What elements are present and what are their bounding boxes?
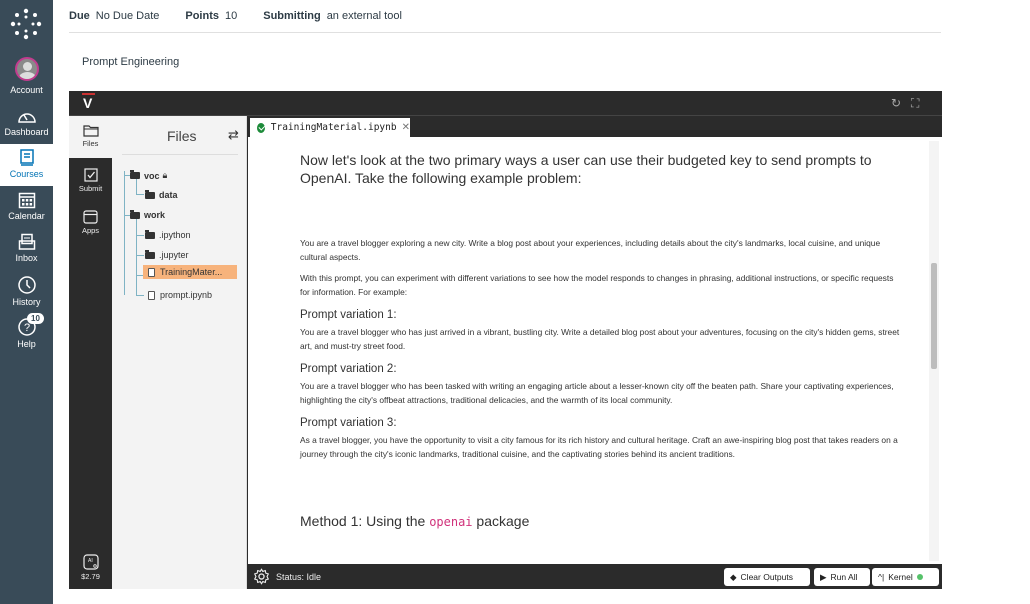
close-tab-icon[interactable]: ✕ [402, 122, 410, 133]
explain-text: With this prompt, you can experiment wit… [300, 273, 894, 297]
tree-folder-jupyter[interactable]: .jupyter [145, 249, 189, 260]
tab-training-material[interactable]: TrainingMaterial.ipynb ✕ [250, 118, 410, 137]
variation-3-text: As a travel blogger, you have the opport… [300, 435, 898, 459]
submitting-label: Submitting [263, 10, 321, 22]
ai-budget-icon: AI [82, 554, 99, 570]
nav-calendar[interactable]: Calendar [0, 191, 53, 221]
notebook-content: Now let's look at the two primary ways a… [300, 151, 900, 529]
nav-inbox[interactable]: Inbox [0, 233, 53, 263]
ai-budget[interactable]: AI $2.79 [69, 554, 112, 581]
nav-help-label: Help [17, 339, 36, 349]
nav-account-label: Account [10, 85, 43, 95]
file-icon [148, 290, 155, 300]
help-badge: 10 [27, 313, 44, 324]
leftbar-apps-label: Apps [81, 226, 100, 235]
example-prompt: You are a travel blogger exploring a new… [300, 238, 881, 262]
variation-3-title: Prompt variation 3: [300, 417, 397, 429]
nav-help[interactable]: ? 10 Help [0, 313, 53, 349]
files-panel-title: Files [167, 128, 197, 144]
svg-text:?: ? [23, 322, 29, 334]
tree-folder-ipython[interactable]: .ipython [145, 229, 191, 240]
courses-icon [19, 149, 34, 166]
tool-logo: V [81, 93, 96, 111]
folder-icon [145, 189, 155, 199]
folder-open-icon [130, 170, 140, 179]
variation-2-title: Prompt variation 2: [300, 363, 397, 375]
tool-left-bar: Files Submit Apps AI $2.79 [69, 116, 112, 589]
folder-icon [145, 249, 155, 259]
file-browser-panel: Files ⇄ voc 🔒︎ data work .ipython .jupyt… [112, 116, 247, 589]
refresh-icon[interactable]: ↻ [891, 96, 901, 110]
play-icon: ▶ [820, 571, 827, 582]
nav-courses-label: Courses [9, 169, 44, 179]
leftbar-apps[interactable]: Apps [69, 210, 112, 235]
tree-file-training-material[interactable]: TrainingMater... [143, 265, 237, 279]
tab-bar: TrainingMaterial.ipynb ✕ [248, 116, 942, 137]
inbox-icon [18, 233, 35, 250]
points-label: Points [185, 10, 219, 22]
svg-text:AI: AI [88, 558, 93, 564]
leftbar-files[interactable]: Files [69, 116, 112, 158]
nav-account[interactable]: Account [0, 57, 53, 95]
points-value: 10 [225, 10, 238, 22]
fullscreen-icon[interactable]: ⛶ [911, 96, 919, 111]
status-bar: Status: Idle ◆ Clear Outputs ▶ Run All ^… [248, 564, 942, 589]
kernel-menu-button[interactable]: ^| Kernel [872, 568, 939, 586]
chevron-up-icon: ^| [878, 572, 885, 582]
kernel-status: Status: Idle [276, 572, 322, 582]
ai-budget-value: $2.79 [81, 572, 100, 581]
tree-folder-work[interactable]: work [130, 209, 165, 220]
due-value: No Due Date [95, 10, 160, 22]
lock-icon: 🔒︎ [162, 170, 168, 180]
variation-1-title: Prompt variation 1: [300, 309, 397, 321]
leftbar-submit[interactable]: Submit [69, 168, 112, 193]
kernel-status-dot [916, 574, 923, 580]
nav-inbox-label: Inbox [15, 253, 38, 263]
tab-label: TrainingMaterial.ipynb [270, 122, 397, 133]
external-tool-frame: V ↻ ⛶ Files Submit Apps AI $2.79 Files ⇄ [69, 91, 942, 589]
global-navigation: Account Dashboard Courses Calendar Inbox… [0, 0, 53, 604]
saved-check-icon [257, 122, 265, 133]
nav-courses[interactable]: Courses [0, 144, 53, 186]
apps-icon [83, 210, 98, 224]
page-title: Prompt Engineering [82, 56, 180, 68]
divider [122, 154, 238, 155]
nav-dashboard-label: Dashboard [4, 127, 49, 137]
leftbar-submit-label: Submit [78, 184, 103, 193]
calendar-icon [18, 192, 35, 209]
folder-open-icon [130, 209, 140, 219]
canvas-logo-icon[interactable] [10, 8, 42, 40]
submitting-value: an external tool [326, 10, 402, 22]
openai-code: openai [429, 515, 473, 529]
eraser-icon: ◆ [730, 571, 737, 582]
leftbar-files-label: Files [82, 139, 99, 148]
due-label: Due [69, 10, 90, 22]
settings-gear-icon[interactable] [253, 568, 270, 585]
variation-1-text: You are a travel blogger who has just ar… [300, 327, 900, 351]
tree-folder-data[interactable]: data [145, 189, 178, 200]
nav-calendar-label: Calendar [8, 211, 45, 221]
dashboard-icon [17, 113, 36, 123]
folder-icon [145, 229, 155, 239]
variation-2-text: You are a travel blogger who has been ta… [300, 381, 894, 405]
scrollbar-thumb[interactable] [931, 263, 937, 369]
clear-outputs-button[interactable]: ◆ Clear Outputs [724, 568, 810, 586]
tree-file-prompt[interactable]: prompt.ipynb [148, 290, 212, 300]
tree-folder-voc[interactable]: voc 🔒︎ [130, 170, 167, 181]
assignment-details: Due No Due Date Points 10 Submitting an … [69, 0, 941, 33]
intro-text: Now let's look at the two primary ways a… [300, 152, 872, 186]
file-icon [148, 267, 155, 277]
refresh-files-icon[interactable]: ⇄ [228, 127, 239, 143]
nav-history[interactable]: History [0, 275, 53, 307]
nav-history-label: History [12, 297, 41, 307]
run-all-button[interactable]: ▶ Run All [814, 568, 870, 586]
tool-top-bar: V ↻ ⛶ [69, 91, 942, 116]
avatar [14, 57, 39, 81]
folder-icon [82, 125, 99, 137]
history-icon [17, 276, 36, 294]
nav-dashboard[interactable]: Dashboard [0, 107, 53, 137]
checkbox-icon [83, 168, 98, 182]
method-1-heading: Method 1: Using the openai package [300, 513, 530, 529]
